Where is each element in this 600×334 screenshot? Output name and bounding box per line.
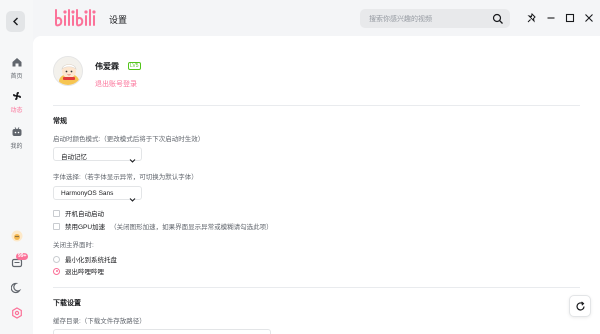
cache-dir-label: 缓存目录:（下载文件存放路径） xyxy=(53,318,146,325)
nav-mine-label: 我的 xyxy=(10,144,23,150)
close-behavior-label: 关闭主界面时: xyxy=(53,242,94,249)
autostart-checkbox[interactable]: 开机自动启动 xyxy=(53,208,104,218)
checkbox-box[interactable] xyxy=(53,222,60,230)
maximize-button[interactable] xyxy=(563,11,577,25)
cache-dir-input[interactable] xyxy=(53,329,271,334)
chevron-down-icon xyxy=(129,190,136,208)
settings-panel: 伟爱霖 LV5 退出账号登录 常规 启动时颜色模式:（更改模式后将于下次启动时生… xyxy=(33,36,600,334)
level-badge: LV5 xyxy=(128,62,141,70)
font-label: 字体选择:（若字体显示异常，可切换为默认字体） xyxy=(53,174,198,181)
checkbox-box[interactable] xyxy=(53,209,60,217)
search-input[interactable]: 搜索你感兴趣的视频 xyxy=(369,14,432,24)
chevron-down-icon xyxy=(129,151,136,169)
radio-label: 退出哔哩哔哩 xyxy=(65,269,104,276)
radio-label: 最小化到系统托盘 xyxy=(65,257,117,264)
gpu-hint: （关闭图形加速，如果界面显示异常或模糊请勾选此项） xyxy=(110,224,273,231)
nav-dynamic-label: 动态 xyxy=(10,108,23,114)
rail-settings[interactable] xyxy=(0,306,33,320)
section-title-general: 常规 xyxy=(53,118,67,125)
pin-icon xyxy=(527,13,536,23)
color-mode-select[interactable]: 自动记忆 xyxy=(53,147,142,163)
radio-minimize-tray[interactable]: 最小化到系统托盘 xyxy=(53,254,117,264)
minimize-icon xyxy=(547,17,555,19)
home-icon xyxy=(10,55,24,69)
logout-link[interactable]: 退出账号登录 xyxy=(95,79,137,89)
close-icon xyxy=(585,14,593,22)
nav-dynamic[interactable]: 动态 xyxy=(0,89,33,114)
message-badge: 99+ xyxy=(16,253,29,260)
pin-button[interactable] xyxy=(525,11,539,25)
color-mode-value: 自动记忆 xyxy=(61,154,87,161)
moon-icon xyxy=(10,281,24,295)
nav-home-label: 首页 xyxy=(10,74,23,80)
back-button[interactable] xyxy=(6,11,25,32)
radio-dot[interactable] xyxy=(53,255,60,263)
page-title: 设置 xyxy=(109,15,128,25)
maximize-icon xyxy=(565,13,575,23)
gear-icon xyxy=(10,306,24,320)
top-bar: 设置 搜索你感兴趣的视频 xyxy=(33,0,600,36)
radio-dot-selected[interactable] xyxy=(53,267,60,275)
close-button[interactable] xyxy=(582,11,596,25)
autostart-label: 开机自动启动 xyxy=(65,211,104,218)
font-select[interactable]: HarmonyOS Sans xyxy=(53,186,142,202)
section-title-download: 下载设置 xyxy=(53,300,81,307)
gpu-label: 禁用GPU加速 xyxy=(65,224,106,231)
nav-home[interactable]: 首页 xyxy=(0,55,33,80)
gpu-checkbox[interactable]: 禁用GPU加速 （关闭图形加速，如果界面显示异常或模糊请勾选此项） xyxy=(53,221,273,231)
minimize-button[interactable] xyxy=(544,11,558,25)
color-mode-label: 启动时颜色模式:（更改模式后将于下次启动时生效） xyxy=(53,136,205,143)
search-box[interactable]: 搜索你感兴趣的视频 xyxy=(360,9,510,28)
rail-messages[interactable]: 99+ xyxy=(0,253,33,270)
nav-mine[interactable]: 我的 xyxy=(0,125,33,150)
divider xyxy=(53,287,580,288)
mine-icon xyxy=(10,125,24,139)
search-icon[interactable] xyxy=(492,12,504,30)
rail-theme[interactable] xyxy=(0,281,33,295)
divider xyxy=(53,105,580,106)
back-icon xyxy=(12,17,18,26)
rail-avatar[interactable] xyxy=(0,229,33,243)
font-value: HarmonyOS Sans xyxy=(61,190,114,197)
avatar[interactable] xyxy=(53,56,83,86)
dynamic-icon xyxy=(10,89,24,103)
bilibili-logo[interactable] xyxy=(53,8,97,33)
radio-exit-app[interactable]: 退出哔哩哔哩 xyxy=(53,266,104,276)
left-rail: 首页 动态 我的 99+ xyxy=(0,0,33,334)
user-name: 伟爱霖 xyxy=(95,62,119,71)
refresh-button[interactable] xyxy=(569,295,591,317)
refresh-icon xyxy=(575,301,585,310)
avatar-small-icon xyxy=(10,229,24,243)
